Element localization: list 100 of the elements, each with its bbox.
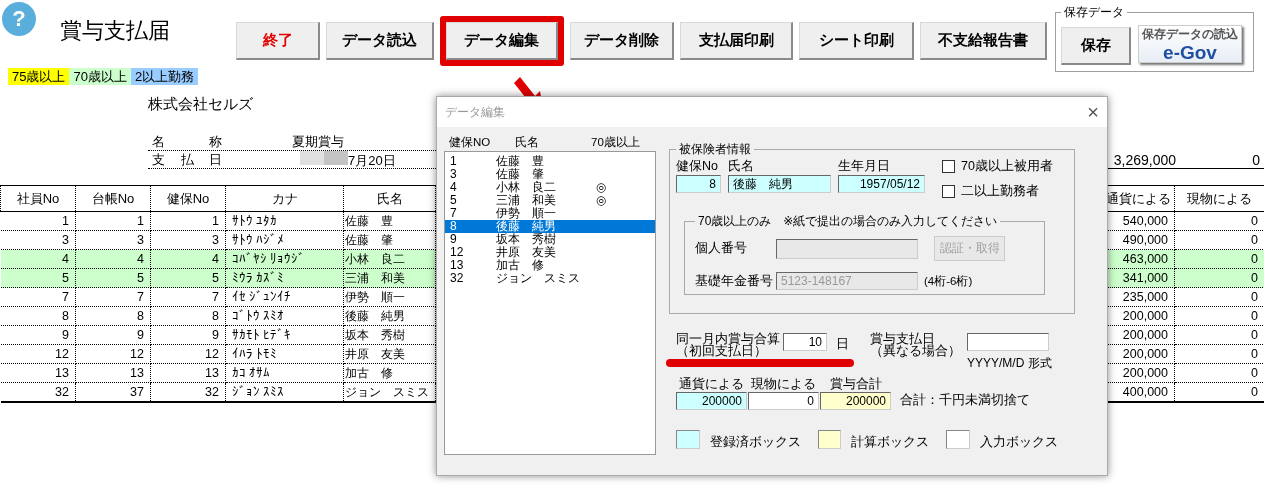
field-label: 名称 [152, 133, 222, 150]
table-cell: 佐藤 肇 [343, 230, 436, 250]
column-header: 健保No [150, 185, 226, 212]
legend-chip: 70歳以上 [69, 68, 131, 85]
dialog-title: データ編集 [445, 103, 505, 121]
table-cell: ｻﾄｳ ﾕﾀｶ [225, 211, 344, 231]
input-field[interactable]: 200000 [820, 392, 891, 410]
table-cell: 3 [0, 230, 76, 250]
checkbox[interactable] [942, 160, 955, 173]
field-label: 支払日 [152, 151, 222, 168]
group-title: 保存データ [1063, 4, 1125, 21]
toolbar-button[interactable]: 支払届印刷 [680, 22, 793, 60]
table-cell: 37 [75, 382, 151, 402]
field-label: 健保No [676, 158, 719, 175]
table-cell: 0 [1174, 306, 1264, 326]
table-cell: 後藤 純男 [343, 306, 436, 326]
table-cell: 4 [150, 249, 226, 269]
checkbox-label: 二以上勤務者 [961, 183, 1039, 200]
table-cell: 32 [0, 382, 76, 402]
list-item[interactable]: 32 ジョン スミス [445, 272, 655, 285]
table-cell: 加古 修 [343, 363, 436, 383]
table-cell: ｻﾄｳ ﾊｼﾞﾒ [225, 230, 344, 250]
table-cell: ｻｶﾓﾄ ﾋﾃﾞｷ [225, 325, 344, 345]
input-field[interactable]: 8 [676, 175, 721, 193]
toolbar-button[interactable]: データ編集 [446, 22, 558, 60]
checkbox[interactable] [942, 185, 955, 198]
legend-chip: 2以上勤務 [130, 68, 199, 85]
column-header: カナ [225, 185, 344, 212]
toolbar-button[interactable]: シート印刷 [799, 22, 914, 60]
legend-label: 登録済ボックス [709, 434, 801, 451]
field-label: 基礎年金番号 [695, 272, 774, 290]
table-cell: 4 [0, 249, 76, 269]
table-cell: 井原 友美 [343, 344, 436, 364]
toolbar-button[interactable]: 不支給報告書 [920, 22, 1047, 60]
table-cell: 0 [1174, 325, 1264, 345]
company-name: 株式会社セルズ [148, 95, 253, 113]
table-cell: ｶｺ ｵｻﾑ [225, 363, 344, 383]
table-cell: ｲｾ ｼﾞｭﾝｲﾁ [225, 287, 344, 307]
field-hint: (4桁-6桁) [924, 273, 973, 289]
table-cell: 0 [1174, 268, 1264, 288]
table-cell: 7 [150, 287, 226, 307]
input-field[interactable]: 200000 [676, 392, 747, 410]
list-item[interactable]: 5 三浦 和美 ◎ [445, 194, 655, 207]
table-cell: 12 [150, 344, 226, 364]
table-cell: 5 [0, 268, 76, 288]
column-header: 健保NO [448, 135, 492, 149]
input-field[interactable] [967, 333, 1049, 351]
legend-chip: 75歳以上 [8, 68, 70, 85]
legend-label: 入力ボックス [980, 434, 1058, 451]
list-item[interactable]: 8 後藤 純男 [445, 220, 655, 233]
list-item[interactable]: 1 佐藤 豊 [445, 155, 655, 168]
field-label: 同一月内賞与合算 [676, 333, 781, 345]
table-cell: 0 [1174, 230, 1264, 250]
egov-button[interactable]: 保存データの読込 e-Gov [1138, 25, 1242, 63]
column-header: 氏名 [514, 135, 540, 149]
toolbar-button[interactable]: 終了 [236, 22, 320, 60]
table-cell: ｲﾊﾗ ﾄﾓﾐ [225, 344, 344, 364]
field-label: 賞与支払日 [870, 333, 935, 345]
table-cell: 3 [75, 230, 151, 250]
close-button[interactable]: × [1087, 102, 1099, 122]
column-header: 社員No [0, 185, 76, 212]
legend-label: 計算ボックス [851, 434, 930, 451]
input-field[interactable]: 0 [748, 392, 819, 410]
input-field[interactable]: 1957/05/12 [838, 175, 925, 193]
group-title: 70歳以上のみ ※紙で提出の場合のみ入力してください [697, 213, 999, 230]
table-cell: ﾐｳﾗ ｶｽﾞﾐ [225, 268, 344, 288]
total-value: 3,269,000 [1112, 152, 1177, 168]
table-cell: ジョン スミス [343, 382, 436, 402]
table-cell: 三浦 和美 [343, 268, 436, 288]
app-title: 賞与支払届 [60, 17, 170, 45]
table-cell: 1 [75, 211, 151, 231]
field-label: 氏名 [728, 158, 755, 175]
input-field[interactable]: 後藤 純男 [728, 175, 831, 193]
list-item[interactable]: 9 坂本 秀樹 [445, 233, 655, 246]
column-header: 70歳以上 [591, 135, 640, 149]
table-cell: 小林 良二 [343, 249, 436, 269]
table-cell: 3 [150, 230, 226, 250]
toolbar-button[interactable]: データ読込 [326, 22, 434, 60]
table-cell: 32 [150, 382, 226, 402]
list-item[interactable]: 3 佐藤 肇 [445, 168, 655, 181]
table-cell: 9 [150, 325, 226, 345]
table-cell: ｼﾞｮﾝ ｽﾐｽ [225, 382, 344, 402]
table-cell: 7 [75, 287, 151, 307]
column-header: 氏名 [343, 185, 436, 212]
table-cell: 8 [150, 306, 226, 326]
table-cell: 9 [75, 325, 151, 345]
table-cell: 12 [75, 344, 151, 364]
table-cell: 13 [0, 363, 76, 383]
group-title: 被保険者情報 [678, 141, 752, 158]
table-cell: 7 [0, 287, 76, 307]
table-cell: ｺﾊﾞﾔｼ ﾘｮｳｼﾞ [225, 249, 344, 269]
field-label: （初回支払日） [676, 345, 767, 357]
save-button[interactable]: 保存 [1061, 27, 1131, 65]
table-cell: 佐藤 豊 [343, 211, 436, 231]
table-cell: 0 [1174, 287, 1264, 307]
table-cell: ｺﾞﾄｳ ｽﾐｵ [225, 306, 344, 326]
toolbar-button[interactable]: データ削除 [570, 22, 674, 60]
input-field[interactable]: 10 [783, 333, 827, 351]
table-cell: 8 [0, 306, 76, 326]
total-value: 0 [1251, 152, 1261, 168]
